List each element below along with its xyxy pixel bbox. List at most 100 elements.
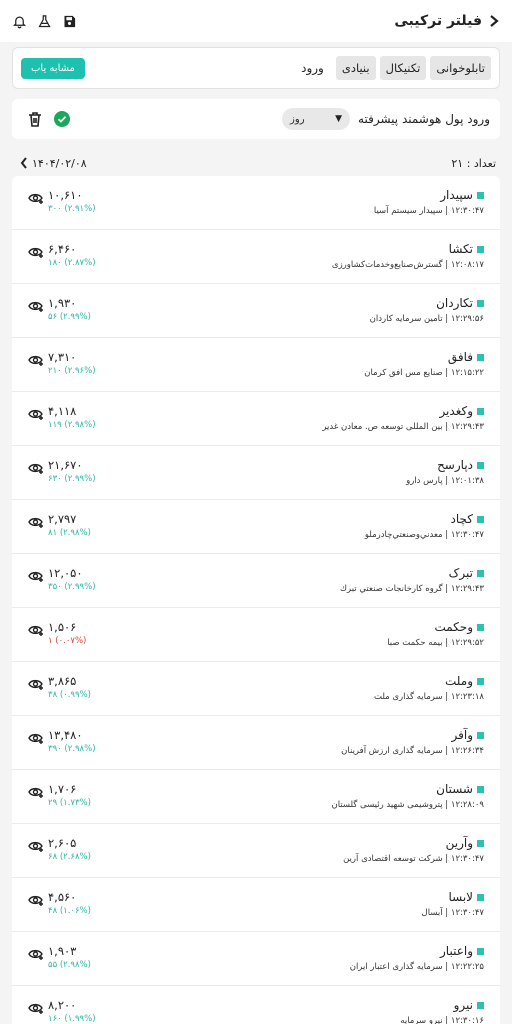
symbol-marker <box>477 839 484 847</box>
flask-icon[interactable] <box>37 14 52 29</box>
watch-add-icon[interactable] <box>28 569 45 583</box>
watch-add-icon[interactable] <box>28 407 45 421</box>
bell-icon[interactable] <box>12 14 27 29</box>
watch-add-icon[interactable] <box>28 623 45 637</box>
price-block: ۴,۵۶۰ ۴۸ (۱.۰۶%) <box>28 890 91 916</box>
last-price: ۱,۵۰۶ <box>48 620 77 634</box>
list-item[interactable]: ۶,۴۶۰ ۱۸۰ (۲.۸۷%) تکشا ۱۲:۰۸:۱۷ | گسترش‌صنا… <box>12 230 500 284</box>
symbol-marker <box>477 785 484 793</box>
price-values: ۱,۹۰۳ ۵۵ (۲.۹۸%) <box>48 944 91 970</box>
symbol-marker <box>477 515 484 523</box>
list-item[interactable]: ۱,۵۰۶ ۱ (۰.۰۷%) وحکمت ۱۲:۲۹:۵۲ | بیمه حکمت … <box>12 608 500 662</box>
chevron-left-icon[interactable] <box>20 157 28 169</box>
symbol-marker <box>477 731 484 739</box>
tab-board-reading[interactable]: تابلوخوانی <box>430 56 491 80</box>
price-block: ۷,۳۱۰ ۲۱۰ (۲.۹۶%) <box>28 350 96 376</box>
symbol-block: کچاد ۱۲:۳۰:۴۷ | معدني‌وصنعتي‌چادرملو <box>365 512 484 540</box>
tab-login[interactable]: ورود <box>293 56 332 80</box>
symbol-block: وآفر ۱۲:۲۶:۳۴ | سرمایه گذاری ارزش آفرینان <box>341 728 484 756</box>
list-item[interactable]: ۴,۱۱۸ ۱۱۹ (۲.۹۸%) وکغدیر ۱۲:۲۹:۴۳ | بین الم… <box>12 392 500 446</box>
trash-icon[interactable] <box>28 111 42 127</box>
list-item[interactable]: ۱۲,۰۵۰ ۳۵۰ (۲.۹۹%) تبرک ۱۲:۲۹:۴۳ | گروه كار… <box>12 554 500 608</box>
symbol-description: ۱۲:۲۳:۱۸ | سرمایه گذاری ملت <box>373 692 484 702</box>
symbol-name: وآرین <box>445 836 473 850</box>
price-values: ۶,۴۶۰ ۱۸۰ (۲.۸۷%) <box>48 242 96 268</box>
list-item[interactable]: ۲,۶۰۵ ۶۸ (۲.۶۸%) وآرین ۱۲:۳۰:۴۷ | شرکت توسع… <box>12 824 500 878</box>
list-item[interactable]: ۱۰,۶۱۰ ۳۰۰ (۲.۹۱%) سپیدار ۱۲:۳۰:۴۷ | سپیدار… <box>12 176 500 230</box>
symbol-wrap: تکاردان <box>370 296 484 310</box>
dropdown-arrow-icon: ▼ <box>335 114 343 124</box>
symbol-wrap: لابسا <box>422 890 484 904</box>
price-values: ۸,۲۰۰ ۱۶۰ (۱.۹۹%) <box>48 998 96 1024</box>
symbol-description: ۱۲:۲۲:۲۵ | سرمایه گذاری اعتبار ایران <box>349 962 484 972</box>
last-price: ۲۱,۶۷۰ <box>48 458 83 472</box>
symbol-marker <box>477 299 484 307</box>
price-change: ۳۹۰ (۲.۹۸%) <box>48 744 96 754</box>
watch-add-icon[interactable] <box>28 191 45 205</box>
list-item[interactable]: ۸,۲۰۰ ۱۶۰ (۱.۹۹%) نیرو ۱۲:۳۰:۱۶ | نیرو سرما… <box>12 986 500 1024</box>
watch-add-icon[interactable] <box>28 245 45 259</box>
watch-add-icon[interactable] <box>28 515 45 529</box>
price-values: ۱,۷۰۶ ۲۹ (۱.۷۳%) <box>48 782 91 808</box>
symbol-block: فافق ۱۲:۱۵:۲۲ | صنایع مس افق کرمان <box>364 350 484 378</box>
watch-add-icon[interactable] <box>28 677 45 691</box>
smart-money-label: ورود پول هوشمند پیشرفته <box>358 112 490 126</box>
symbol-description: ۱۲:۲۹:۴۳ | بین المللی توسعه ص. معادن غدی… <box>322 422 484 432</box>
similar-finder-button[interactable]: مشابه یاب <box>21 57 85 79</box>
price-change: ۳۵۰ (۲.۹۹%) <box>48 582 96 592</box>
list-item[interactable]: ۲۱,۶۷۰ ۶۳۰ (۲.۹۹%) دپارسح ۱۲:۰۱:۳۸ | پارس د… <box>12 446 500 500</box>
watch-add-icon[interactable] <box>28 299 45 313</box>
watch-add-icon[interactable] <box>28 461 45 475</box>
price-values: ۱۲,۰۵۰ ۳۵۰ (۲.۹۹%) <box>48 566 96 592</box>
price-block: ۲۱,۶۷۰ ۶۳۰ (۲.۹۹%) <box>28 458 96 484</box>
watch-add-icon[interactable] <box>28 1001 45 1015</box>
confirm-check-icon[interactable] <box>54 111 70 127</box>
price-block: ۱۰,۶۱۰ ۳۰۰ (۲.۹۱%) <box>28 188 96 214</box>
symbol-wrap: وآفر <box>341 728 484 742</box>
period-select[interactable]: ▼ روز <box>282 108 351 130</box>
symbol-wrap: تکشا <box>332 242 484 256</box>
price-change: ۲۹ (۱.۷۳%) <box>48 798 91 808</box>
price-block: ۱۲,۰۵۰ ۳۵۰ (۲.۹۹%) <box>28 566 96 592</box>
symbol-description: ۱۲:۰۸:۱۷ | گسترش‌صنایع‌وخدمات‌کشاورزی <box>331 260 484 270</box>
symbol-marker <box>477 569 484 577</box>
list-item[interactable]: ۱,۷۰۶ ۲۹ (۱.۷۳%) شستان ۱۲:۲۸:۰۹ | پتروشیمی … <box>12 770 500 824</box>
symbol-description: ۱۲:۳۰:۴۷ | سپیدار سیستم آسیا <box>373 206 484 216</box>
list-item[interactable]: ۱۳,۴۸۰ ۳۹۰ (۲.۹۸%) وآفر ۱۲:۲۶:۳۴ | سرمایه گ… <box>12 716 500 770</box>
watch-add-icon[interactable] <box>28 353 45 367</box>
date-selector[interactable]: ۱۴۰۴/۰۲/۰۸ <box>20 157 87 170</box>
symbol-description: ۱۲:۲۶:۳۴ | سرمایه گذاری ارزش آفرینان <box>341 746 484 756</box>
list-item[interactable]: ۲,۷۹۷ ۸۱ (۲.۹۸%) کچاد ۱۲:۳۰:۴۷ | معدني‌وصنع… <box>12 500 500 554</box>
last-price: ۱,۹۰۳ <box>48 944 77 958</box>
list-item[interactable]: ۱,۹۰۳ ۵۵ (۲.۹۸%) واعتبار ۱۲:۲۲:۲۵ | سرمایه … <box>12 932 500 986</box>
last-price: ۸,۲۰۰ <box>48 998 77 1012</box>
watch-add-icon[interactable] <box>28 731 45 745</box>
watch-add-icon[interactable] <box>28 839 45 853</box>
back-chevron-icon[interactable] <box>488 14 500 28</box>
list-item[interactable]: ۱,۹۳۰ ۵۶ (۲.۹۹%) تکاردان ۱۲:۲۹:۵۶ | تامین س… <box>12 284 500 338</box>
price-block: ۱۳,۴۸۰ ۳۹۰ (۲.۹۸%) <box>28 728 96 754</box>
list-item[interactable]: ۳,۸۶۵ ۳۸ (۰.۹۹%) وملت ۱۲:۲۳:۱۸ | سرمایه گذا… <box>12 662 500 716</box>
symbol-block: وحکمت ۱۲:۲۹:۵۲ | بیمه حکمت صبا <box>387 620 484 648</box>
symbol-description: ۱۲:۲۹:۵۶ | تامین سرمایه کاردان <box>369 314 484 324</box>
symbol-marker <box>477 677 484 685</box>
symbol-wrap: شستان <box>331 782 484 796</box>
save-icon[interactable] <box>62 14 77 29</box>
price-values: ۱,۵۰۶ ۱ (۰.۰۷%) <box>48 620 86 646</box>
header-actions <box>12 14 77 29</box>
watch-add-icon[interactable] <box>28 893 45 907</box>
price-values: ۲۱,۶۷۰ ۶۳۰ (۲.۹۹%) <box>48 458 96 484</box>
last-price: ۳,۸۶۵ <box>48 674 77 688</box>
symbol-block: لابسا ۱۲:۳۰:۴۷ | آبسال <box>422 890 484 918</box>
list-item[interactable]: ۴,۵۶۰ ۴۸ (۱.۰۶%) لابسا ۱۲:۳۰:۴۷ | آبسال <box>12 878 500 932</box>
price-change: ۳۸ (۰.۹۹%) <box>48 690 91 700</box>
list-item[interactable]: ۷,۳۱۰ ۲۱۰ (۲.۹۶%) فافق ۱۲:۱۵:۲۲ | صنایع مس … <box>12 338 500 392</box>
price-values: ۱۰,۶۱۰ ۳۰۰ (۲.۹۱%) <box>48 188 96 214</box>
watch-add-icon[interactable] <box>28 947 45 961</box>
symbol-name: وآفر <box>451 728 474 742</box>
watch-add-icon[interactable] <box>28 785 45 799</box>
tab-technical[interactable]: تکنیکال <box>379 56 427 80</box>
symbol-block: تکاردان ۱۲:۲۹:۵۶ | تامین سرمایه کاردان <box>370 296 484 324</box>
symbol-wrap: وآرین <box>343 836 484 850</box>
tab-fundamental[interactable]: بنیادی <box>335 56 376 80</box>
